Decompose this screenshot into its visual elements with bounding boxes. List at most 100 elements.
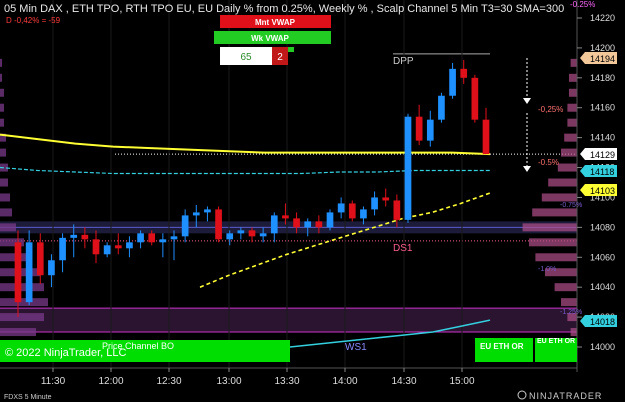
left-profile-bar <box>0 148 6 157</box>
price-chart: 1400014020140401406014080141001412014140… <box>0 0 625 402</box>
candle-body <box>192 212 200 216</box>
y-tick-label: 14140 <box>590 133 615 143</box>
left-profile-bar <box>0 283 44 292</box>
right-profile-bar <box>569 73 577 82</box>
svg-text:14129: 14129 <box>590 150 615 160</box>
right-profile-bar <box>569 88 577 97</box>
candle-body <box>426 119 434 141</box>
y-tick-label: 14200 <box>590 43 615 53</box>
candle-body <box>181 215 189 237</box>
left-profile-bar <box>0 208 12 217</box>
right-profile-bar <box>567 103 577 112</box>
candle-body <box>81 234 89 240</box>
right-profile-bar <box>561 298 577 307</box>
left-profile-bar <box>0 313 44 322</box>
candle-body <box>170 236 178 240</box>
left-profile-bar <box>0 73 2 82</box>
counter-value: 65 <box>240 52 252 63</box>
candle-body <box>326 212 334 228</box>
pct-minus-025-label: -0,25% <box>538 105 563 114</box>
candle-body <box>460 68 468 78</box>
left-profile-bar <box>0 223 16 232</box>
candle-body <box>337 203 345 213</box>
candle-body <box>237 230 245 234</box>
candle-body <box>304 221 312 228</box>
candle-body <box>382 197 390 201</box>
x-tick-label: 13:00 <box>216 376 241 387</box>
left-profile-bar <box>0 58 2 67</box>
right-profile-bar <box>548 178 577 187</box>
right-profile-bar <box>564 133 577 142</box>
candle-body <box>25 242 33 303</box>
candle-body <box>48 260 55 276</box>
pct-small-label-1: -0.75% <box>560 202 582 209</box>
right-profile-bar <box>529 238 577 247</box>
brand-label: NINJATRADER <box>529 391 602 401</box>
y-tick-label: 14060 <box>590 252 615 262</box>
candle-body <box>259 233 267 237</box>
x-tick-label: 13:30 <box>274 376 299 387</box>
x-tick-label: 12:30 <box>156 376 181 387</box>
chart-title: 05 Min DAX , ETH TPO, RTH TPO EU, EU Dai… <box>4 3 564 15</box>
svg-text:14103: 14103 <box>590 186 615 196</box>
left-profile-bar <box>0 178 8 187</box>
right-profile-bar <box>554 283 577 292</box>
candle-body <box>103 245 111 255</box>
y-tick-label: 14180 <box>590 73 615 83</box>
candle-body <box>371 197 378 210</box>
right-profile-bar <box>535 253 577 262</box>
candle-body <box>126 242 133 249</box>
candle-body <box>393 200 401 220</box>
daily-change-label: D -0,42% = -59 <box>6 16 61 25</box>
mnt-vwap-label: Mnt VWAP <box>255 18 296 27</box>
candle-body <box>204 209 211 213</box>
y-tick-label: 14220 <box>590 13 615 23</box>
weekly-band <box>0 308 577 333</box>
right-profile-bar <box>570 328 577 337</box>
candle-body <box>282 215 289 219</box>
x-tick-label: 12:00 <box>98 376 123 387</box>
x-tick-label: 14:00 <box>332 376 357 387</box>
x-tick-label: 11:30 <box>41 376 66 387</box>
ds1-label: DS1 <box>393 243 413 254</box>
svg-text:14194: 14194 <box>590 54 615 64</box>
pct-small-label-2: -1.0% <box>538 266 556 273</box>
candle-body <box>404 116 412 220</box>
candle-body <box>36 242 44 276</box>
svg-text:14018: 14018 <box>590 317 615 327</box>
ws1-label: WS1 <box>345 342 367 353</box>
right-profile-bar <box>557 163 577 172</box>
candle-body <box>248 230 256 237</box>
candle-body <box>114 245 122 249</box>
right-profile-bar <box>522 223 577 232</box>
price-marker-14194: 14194 <box>580 52 617 64</box>
x-tick-label: 14:30 <box>391 376 416 387</box>
counter-alt-value: 2 <box>277 52 283 63</box>
right-profile-bar <box>567 118 577 127</box>
y-tick-label: 14080 <box>590 222 615 232</box>
candle-body <box>137 233 144 243</box>
counter-tab <box>288 47 294 52</box>
left-profile-bar <box>0 328 36 337</box>
svg-text:14118: 14118 <box>590 167 614 177</box>
left-profile-bar <box>0 193 10 202</box>
right-profile-bar <box>532 208 577 217</box>
candle-body <box>59 237 66 261</box>
candle-body <box>293 218 300 228</box>
price-marker-14018: 14018 <box>580 315 617 327</box>
left-profile-bar <box>0 103 4 112</box>
eu-eth-or-label-2: EU ETH OR <box>537 338 575 345</box>
candle-body <box>215 209 222 240</box>
candle-body <box>438 95 445 120</box>
candle-body <box>270 215 278 234</box>
left-profile-bar <box>0 88 4 97</box>
candle-body <box>360 209 367 219</box>
right-profile-bar <box>570 58 577 67</box>
candle-body <box>449 68 456 96</box>
candle-body <box>70 234 78 238</box>
wk-vwap-label: Wk VWAP <box>251 34 289 43</box>
pct-minus-05-label: -0.5% <box>538 158 559 167</box>
candle-body <box>348 203 356 219</box>
y-tick-label: 14040 <box>590 282 615 292</box>
candle-body <box>471 77 479 120</box>
